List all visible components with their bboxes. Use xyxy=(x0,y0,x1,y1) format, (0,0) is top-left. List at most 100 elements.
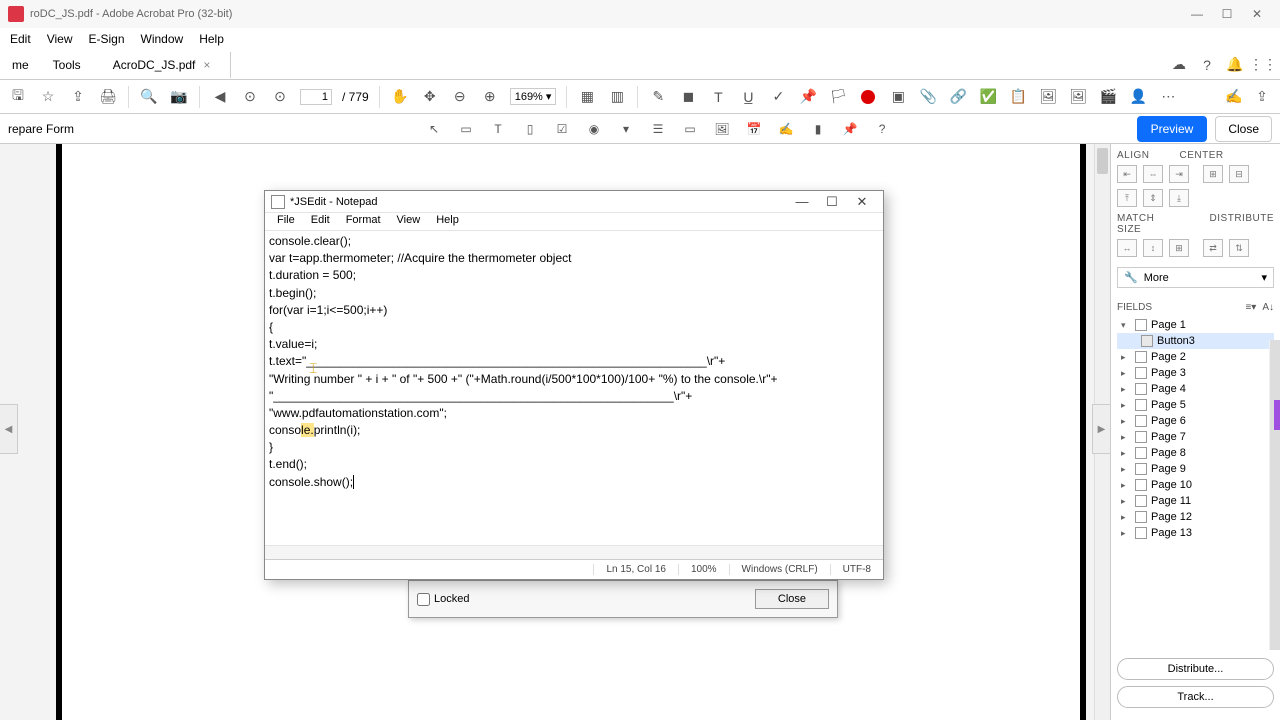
np-menu-help[interactable]: Help xyxy=(428,213,467,230)
fields-tree[interactable]: ▾Page 1Button3▸Page 2▸Page 3▸Page 4▸Page… xyxy=(1117,317,1274,652)
approved-icon[interactable]: ✅ xyxy=(978,87,998,107)
match-h-icon[interactable]: ↕ xyxy=(1143,239,1163,257)
more-tools-icon[interactable]: ⋯ xyxy=(1158,87,1178,107)
print-icon[interactable]: 🖨 xyxy=(98,87,118,107)
tree-page-node[interactable]: ▸Page 3 xyxy=(1117,365,1274,381)
tree-page-node[interactable]: ▸Page 4 xyxy=(1117,381,1274,397)
date-icon[interactable]: 📅 xyxy=(744,119,764,139)
hand-icon[interactable]: ✋ xyxy=(390,87,410,107)
share-icon[interactable]: ⇪ xyxy=(1252,87,1272,107)
distribute-v-icon[interactable]: ⇅ xyxy=(1229,239,1249,257)
notepad-titlebar[interactable]: *JSEdit - Notepad — ☐ ✕ xyxy=(265,191,883,213)
align-vcenter-icon[interactable]: ⇕ xyxy=(1143,189,1163,207)
tree-page-node[interactable]: ▸Page 13 xyxy=(1117,525,1274,541)
listbox-icon[interactable]: ☰ xyxy=(648,119,668,139)
link-icon[interactable]: 🔗 xyxy=(948,87,968,107)
page-up-icon[interactable]: ⊙ xyxy=(240,87,260,107)
menu-edit[interactable]: Edit xyxy=(2,30,39,48)
zoom-in-icon[interactable]: ⊕ xyxy=(480,87,500,107)
align-left-icon[interactable]: ⇤ xyxy=(1117,165,1137,183)
save-icon[interactable]: 🖫 xyxy=(8,87,28,107)
tree-page-node[interactable]: ▸Page 6 xyxy=(1117,413,1274,429)
bell-icon[interactable]: 🔔 xyxy=(1226,56,1244,74)
menu-window[interactable]: Window xyxy=(133,30,192,48)
locked-checkbox[interactable] xyxy=(417,593,430,606)
np-menu-edit[interactable]: Edit xyxy=(303,213,338,230)
clipboard-icon[interactable]: 📋 xyxy=(1008,87,1028,107)
minimize-button[interactable]: — xyxy=(1182,4,1212,24)
pointer-icon[interactable]: ↖ xyxy=(424,119,444,139)
zoom-out-icon[interactable]: ⊖ xyxy=(450,87,470,107)
image-field-icon[interactable]: 🖼 xyxy=(712,119,732,139)
menu-view[interactable]: View xyxy=(39,30,81,48)
np-menu-view[interactable]: View xyxy=(389,213,429,230)
left-panel-toggle[interactable]: ◀ xyxy=(0,404,18,454)
ruler-icon[interactable]: ▥ xyxy=(607,87,627,107)
notepad-maximize-button[interactable]: ☐ xyxy=(817,192,847,212)
pin2-icon[interactable]: 📌 xyxy=(840,119,860,139)
search-icon[interactable]: 🔍 xyxy=(139,87,159,107)
tab-close-icon[interactable]: × xyxy=(203,58,210,72)
fields-sort-icon[interactable]: ≡▾ xyxy=(1245,302,1256,313)
notepad-hscrollbar[interactable] xyxy=(265,545,883,559)
signature-icon[interactable]: ✍ xyxy=(1224,87,1244,107)
center-h-icon[interactable]: ⊞ xyxy=(1203,165,1223,183)
distribute-h-icon[interactable]: ⇄ xyxy=(1203,239,1223,257)
image2-icon[interactable]: 🖼 xyxy=(1068,87,1088,107)
help-icon[interactable]: ? xyxy=(1198,56,1216,74)
panel-scrollbar[interactable] xyxy=(1269,340,1280,650)
more-dropdown[interactable]: 🔧More ▾ xyxy=(1117,267,1274,288)
maximize-button[interactable]: ☐ xyxy=(1212,4,1242,24)
flag-icon[interactable]: 🏳 xyxy=(828,87,848,107)
tab-tools[interactable]: Tools xyxy=(41,52,93,78)
notepad-close-button[interactable]: ✕ xyxy=(847,192,877,212)
field-icon[interactable]: ▯ xyxy=(520,119,540,139)
menu-help[interactable]: Help xyxy=(191,30,232,48)
upload-icon[interactable]: ⇪ xyxy=(68,87,88,107)
preview-button[interactable]: Preview xyxy=(1137,116,1208,142)
tree-page-node[interactable]: ▸Page 8 xyxy=(1117,445,1274,461)
record-icon[interactable] xyxy=(858,87,878,107)
np-menu-file[interactable]: File xyxy=(269,213,303,230)
dropdown-icon[interactable]: ▾ xyxy=(616,119,636,139)
menu-esign[interactable]: E-Sign xyxy=(80,30,132,48)
underline-icon[interactable]: U̲ xyxy=(738,87,758,107)
tree-page-node[interactable]: ▸Page 11 xyxy=(1117,493,1274,509)
tab-home[interactable]: me xyxy=(0,52,41,78)
apps-icon[interactable]: ⋮⋮ xyxy=(1254,56,1272,74)
text-tool-icon[interactable]: T xyxy=(488,119,508,139)
match-w-icon[interactable]: ↔ xyxy=(1117,239,1137,257)
align-hcenter-icon[interactable]: ⇔ xyxy=(1143,165,1163,183)
tree-page-node[interactable]: ▸Page 10 xyxy=(1117,477,1274,493)
page-down-icon[interactable]: ⊙ xyxy=(270,87,290,107)
np-menu-format[interactable]: Format xyxy=(338,213,389,230)
layout-icon[interactable]: ▦ xyxy=(577,87,597,107)
attach-icon[interactable]: 📎 xyxy=(918,87,938,107)
close-window-button[interactable]: ✕ xyxy=(1242,4,1272,24)
tree-page-node[interactable]: ▾Page 1 xyxy=(1117,317,1274,333)
align-bottom-icon[interactable]: ⤓ xyxy=(1169,189,1189,207)
distribute-button[interactable]: Distribute... xyxy=(1117,658,1274,680)
cloud-icon[interactable]: ☁ xyxy=(1170,56,1188,74)
tab-file[interactable]: AcroDC_JS.pdf × xyxy=(93,52,232,78)
align-right-icon[interactable]: ⇥ xyxy=(1169,165,1189,183)
sign-icon[interactable]: ✍ xyxy=(776,119,796,139)
match-both-icon[interactable]: ⊞ xyxy=(1169,239,1189,257)
checkmark-icon[interactable]: ✓ xyxy=(768,87,788,107)
tree-page-node[interactable]: ▸Page 5 xyxy=(1117,397,1274,413)
star-icon[interactable]: ☆ xyxy=(38,87,58,107)
popup-close-button[interactable]: Close xyxy=(755,589,829,609)
textfield-icon[interactable]: ▭ xyxy=(456,119,476,139)
pencil-icon[interactable]: ✎ xyxy=(648,87,668,107)
fields-az-icon[interactable]: A↓ xyxy=(1262,302,1274,313)
video-icon[interactable]: 🎬 xyxy=(1098,87,1118,107)
pan-icon[interactable]: ✥ xyxy=(420,87,440,107)
radio-icon[interactable]: ◉ xyxy=(584,119,604,139)
image1-icon[interactable]: 🖼 xyxy=(1038,87,1058,107)
tree-page-node[interactable]: ▸Page 9 xyxy=(1117,461,1274,477)
right-panel-toggle[interactable]: ▶ xyxy=(1092,404,1110,454)
page-number-input[interactable] xyxy=(300,89,332,105)
notepad-minimize-button[interactable]: — xyxy=(787,192,817,212)
prev-page-icon[interactable]: ◀ xyxy=(210,87,230,107)
snapshot-icon[interactable]: 📷 xyxy=(169,87,189,107)
